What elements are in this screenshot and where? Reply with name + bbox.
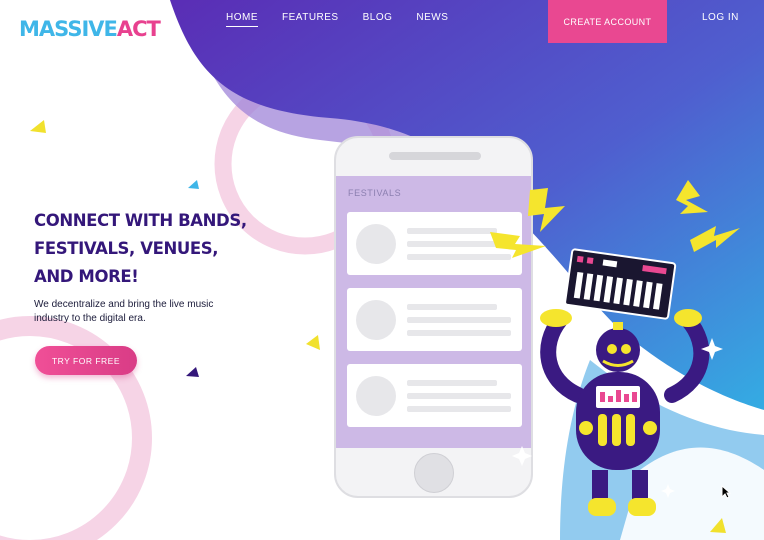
sparkle-icon — [661, 484, 675, 498]
keyboard-icon — [564, 248, 677, 320]
lightning-bolt-icon — [490, 232, 546, 258]
sparkle-icon — [565, 345, 579, 359]
cursor-icon — [721, 485, 731, 499]
lightning-bolt-icon — [690, 226, 740, 252]
lightning-bolt-icon — [528, 188, 565, 232]
robot-illustration — [490, 180, 740, 516]
lightning-bolt-icon — [676, 180, 708, 214]
sparkle-icon — [512, 446, 532, 466]
